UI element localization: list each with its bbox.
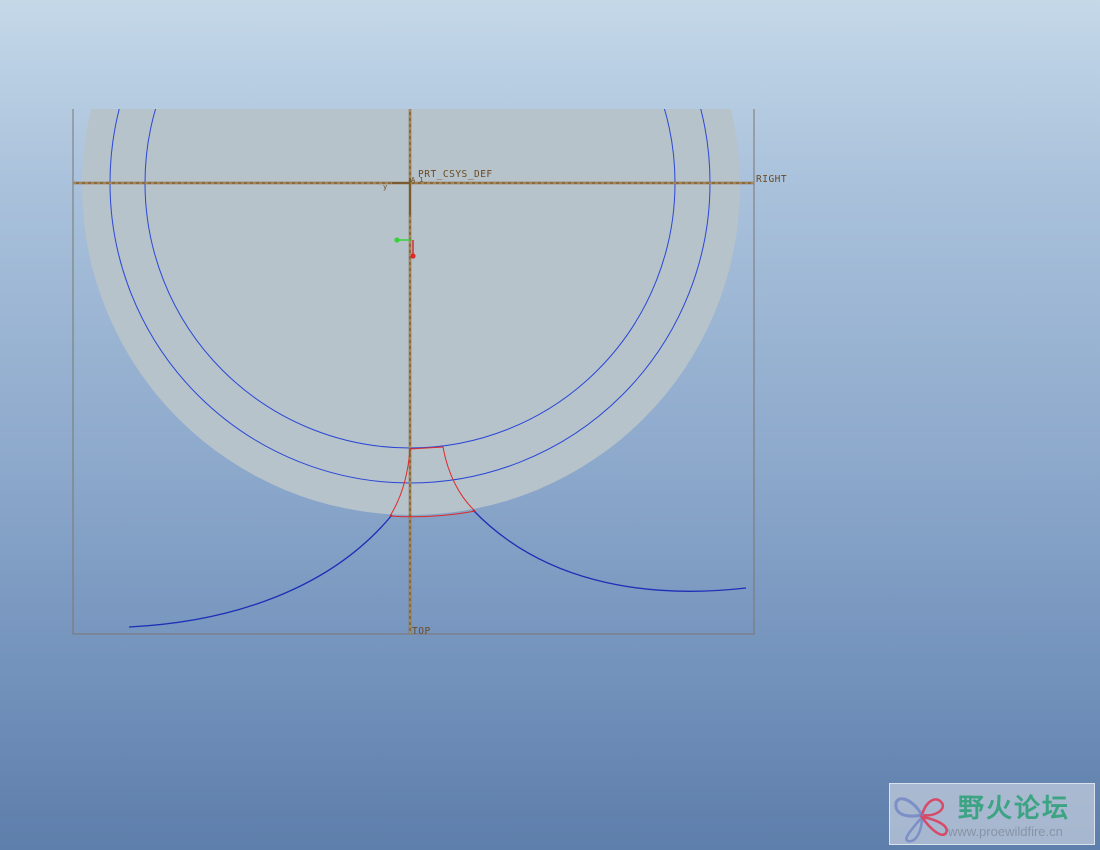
top-plane-label[interactable]: TOP bbox=[412, 626, 431, 637]
watermark-url: www.proewildfire.cn bbox=[948, 824, 1063, 839]
watermark-title: 野火论坛 bbox=[958, 794, 1071, 824]
csys-axis-label: A_1 bbox=[411, 176, 424, 184]
csys-y-label: y bbox=[383, 183, 387, 191]
right-blue-curve[interactable] bbox=[472, 509, 747, 592]
right-plane-label[interactable]: RIGHT bbox=[756, 174, 787, 185]
butterfly-logo-icon bbox=[894, 797, 948, 843]
graphics-viewport[interactable]: PRT_CSYS_DEF A_1 y RIGHT TOP bbox=[0, 0, 1100, 850]
left-blue-curve[interactable] bbox=[128, 514, 393, 628]
forum-watermark: 野火论坛 www.proewildfire.cn bbox=[889, 783, 1095, 845]
csys-label[interactable]: PRT_CSYS_DEF bbox=[418, 169, 493, 180]
